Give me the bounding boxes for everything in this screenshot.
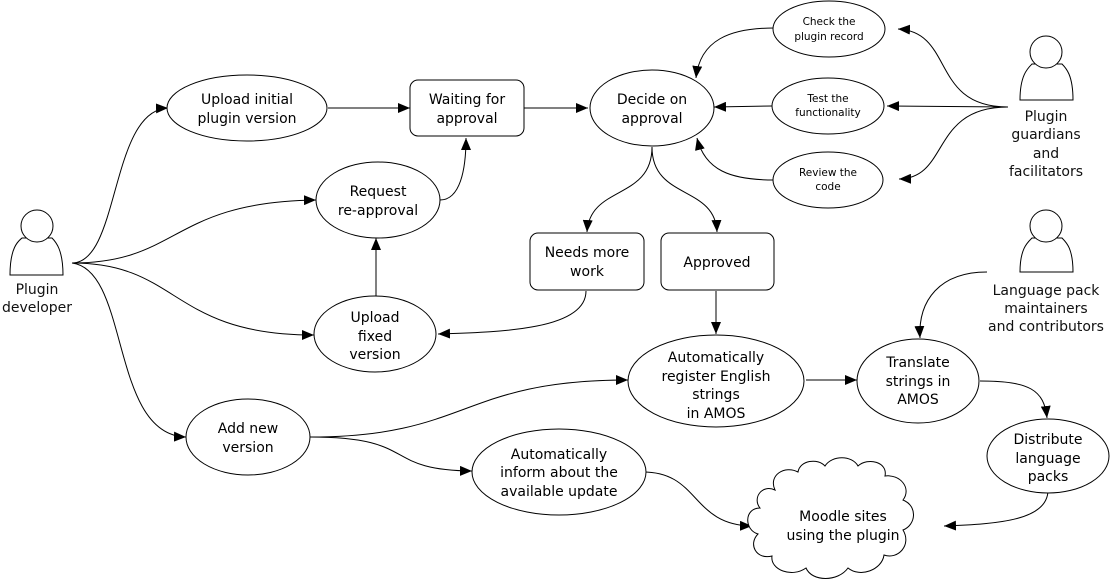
node-needs-more-work: Needs more work xyxy=(529,232,645,291)
node-label: approval xyxy=(621,111,682,127)
edge-add-version-inform-update xyxy=(309,436,473,476)
actor-label: Plugin xyxy=(16,282,59,298)
node-label: Test the xyxy=(806,93,848,105)
node-approved: Approved xyxy=(660,232,775,291)
node-label: work xyxy=(570,264,605,280)
node-waiting-for-approval: Waiting for approval xyxy=(409,79,525,137)
node-label: in AMOS xyxy=(687,406,746,422)
edge-distribute-moodle xyxy=(943,489,1049,531)
edge-developer-request-reapproval xyxy=(71,195,317,264)
node-label: strings xyxy=(692,387,739,403)
node-label: Upload xyxy=(350,310,399,326)
node-distribute-language-packs: Distribute language packs xyxy=(986,418,1110,494)
node-upload-initial: Upload initial plugin version xyxy=(166,74,328,142)
actor-label: Plugin xyxy=(1025,109,1068,125)
node-label: re-approval xyxy=(338,203,418,219)
actor-label: facilitators xyxy=(1009,164,1083,180)
edge-language-translate xyxy=(914,271,988,339)
node-test-functionality: Test the functionality xyxy=(771,77,885,135)
plugin-workflow-diagram: Plugin developer Plugin guardians and fa… xyxy=(2,0,1110,579)
node-decide-on-approval: Decide on approval xyxy=(589,69,715,147)
actor-plugin-developer: Plugin developer xyxy=(2,209,72,316)
node-label: Decide on xyxy=(617,92,687,108)
node-label: Translate xyxy=(885,355,950,371)
node-label: register English xyxy=(662,369,771,385)
node-label: Needs more xyxy=(545,245,630,261)
node-label: AMOS xyxy=(897,392,939,408)
actor-label: guardians xyxy=(1011,127,1080,143)
node-request-reapproval: Request re-approval xyxy=(315,161,441,239)
edge-developer-upload-initial xyxy=(71,103,169,264)
edge-check-record-decide xyxy=(692,27,775,79)
actor-plugin-guardians: Plugin guardians and facilitators xyxy=(1009,35,1083,180)
node-label: Distribute xyxy=(1014,432,1083,448)
node-label: plugin version xyxy=(197,111,296,127)
edge-review-code-decide xyxy=(695,137,775,181)
node-label: version xyxy=(222,440,273,456)
node-label: Approved xyxy=(683,255,750,271)
node-label: Check the xyxy=(803,16,856,28)
node-label: Review the xyxy=(799,167,857,179)
actor-label: developer xyxy=(2,300,72,316)
node-label: Upload initial xyxy=(201,92,293,108)
person-icon xyxy=(1019,35,1074,101)
edge-decide-needs-work xyxy=(582,146,653,233)
node-label: packs xyxy=(1028,469,1069,485)
edge-test-func-decide xyxy=(713,101,773,112)
node-inform-available-update: Automatically inform about the available… xyxy=(471,428,647,516)
node-label: plugin record xyxy=(794,31,863,43)
actor-label: maintainers xyxy=(1004,301,1087,317)
edge-needs-work-upload-fixed xyxy=(437,290,587,339)
node-label: inform about the xyxy=(500,465,618,481)
node-label: Request xyxy=(350,184,407,200)
person-icon xyxy=(9,209,64,276)
node-label: functionality xyxy=(795,107,861,119)
node-label: approval xyxy=(436,111,497,127)
node-add-new-version: Add new version xyxy=(185,398,311,476)
node-label: Automatically xyxy=(511,447,607,463)
node-label: Add new xyxy=(218,421,279,437)
node-label: strings in xyxy=(886,374,951,390)
node-register-english-strings: Automatically register English strings i… xyxy=(627,334,805,428)
node-label: Moodle sites xyxy=(799,509,887,525)
node-review-code: Review the code xyxy=(772,151,884,209)
actor-language-pack-maintainers: Language pack maintainers and contributo… xyxy=(988,209,1104,335)
edge-translate-distribute xyxy=(979,380,1051,419)
node-moodle-sites-cloud: Moodle sites using the plugin xyxy=(747,457,914,579)
edge-add-version-register-strings xyxy=(309,375,629,438)
edge-request-reapproval-waiting xyxy=(439,137,471,201)
node-label: fixed xyxy=(358,329,392,345)
actor-label: Language pack xyxy=(993,283,1101,299)
edge-guardians-test-func xyxy=(886,101,1009,112)
node-label: version xyxy=(349,347,400,363)
edge-developer-upload-fixed xyxy=(71,262,315,340)
node-label: code xyxy=(815,181,840,193)
actor-label: and xyxy=(1033,146,1059,162)
edge-guardians-review-code xyxy=(898,106,1009,184)
node-label: available update xyxy=(501,484,618,500)
node-label: using the plugin xyxy=(787,528,900,544)
node-label: Automatically xyxy=(668,350,764,366)
node-check-plugin-record: Check the plugin record xyxy=(772,0,886,58)
node-label: language xyxy=(1015,451,1080,467)
person-icon xyxy=(1019,209,1074,273)
node-upload-fixed-version: Upload fixed version xyxy=(313,295,437,373)
edge-inform-update-moodle xyxy=(639,471,753,531)
edge-developer-add-version xyxy=(71,262,187,442)
node-label: Waiting for xyxy=(429,92,505,108)
actor-label: and contributors xyxy=(988,319,1104,335)
edge-guardians-check-record xyxy=(897,24,1009,108)
node-translate-strings: Translate strings in AMOS xyxy=(856,338,980,424)
